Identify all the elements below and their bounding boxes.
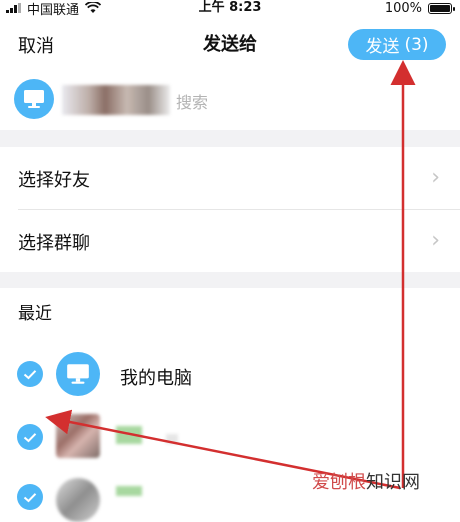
battery-icon	[428, 2, 455, 14]
chevron-right-icon: ›	[431, 228, 440, 253]
cancel-button[interactable]: 取消	[18, 32, 54, 58]
computer-avatar-icon[interactable]	[56, 352, 100, 396]
blurred-name	[116, 426, 142, 444]
watermark-brand: 爱刨根	[312, 472, 366, 493]
section-separator	[0, 130, 460, 147]
navigation-bar: 取消 发送给 发送 (3)	[0, 18, 460, 68]
contact-name: 我的电脑	[120, 368, 192, 389]
blurred-avatar	[62, 85, 170, 115]
select-friends-label: 选择好友	[18, 170, 90, 191]
checkbox-checked[interactable]	[17, 361, 43, 387]
monitor-icon	[67, 364, 89, 384]
blurred-avatar[interactable]	[56, 414, 100, 458]
select-friends-row[interactable]: 选择好友 ›	[0, 147, 460, 209]
chevron-right-icon: ›	[431, 165, 440, 190]
checkmark-icon	[23, 492, 37, 502]
section-separator	[0, 272, 460, 288]
battery-percent: 100%	[384, 0, 422, 16]
computer-avatar-icon	[14, 79, 54, 119]
status-right: 100%	[384, 0, 455, 16]
checkbox-checked[interactable]	[17, 484, 43, 510]
search-bar[interactable]: 搜索	[0, 68, 460, 130]
send-button[interactable]: 发送 (3)	[348, 29, 446, 60]
checkmark-icon	[23, 369, 37, 379]
status-bar: 中国联通 上午 8:23 100%	[0, 0, 460, 18]
recent-section-title: 最近	[18, 304, 52, 324]
watermark: 爱刨根知识网	[312, 468, 420, 494]
blurred-name	[166, 434, 178, 444]
checkmark-icon	[23, 432, 37, 442]
blurred-avatar[interactable]	[56, 478, 100, 522]
search-placeholder: 搜索	[176, 93, 209, 112]
watermark-suffix: 知识网	[366, 472, 420, 493]
monitor-icon	[24, 90, 44, 108]
send-count: (3)	[404, 34, 429, 55]
select-groups-label: 选择群聊	[18, 233, 90, 254]
select-groups-row[interactable]: 选择群聊 ›	[0, 210, 460, 272]
send-button-label: 发送	[365, 37, 400, 57]
checkbox-checked[interactable]	[17, 424, 43, 450]
